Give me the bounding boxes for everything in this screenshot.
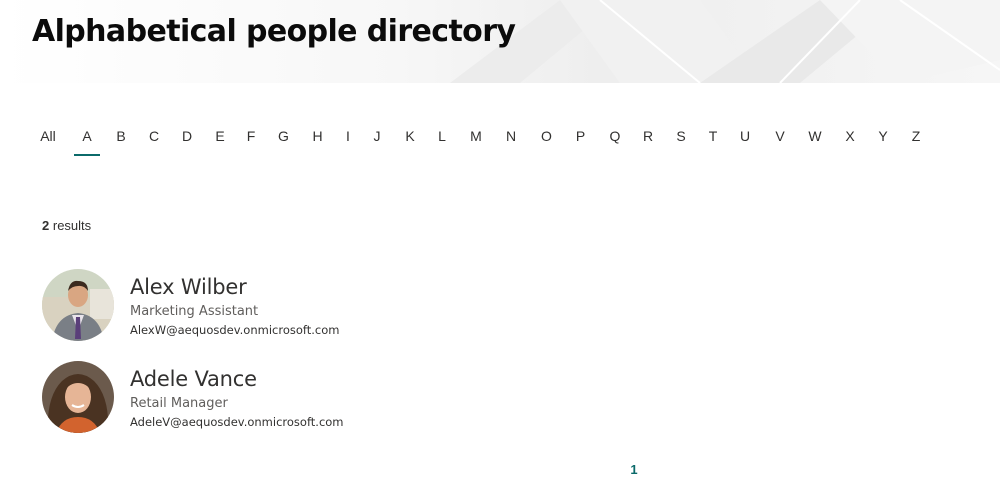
alphabet-filter-r[interactable]: R	[642, 124, 654, 156]
alphabet-filter-c[interactable]: C	[148, 124, 160, 156]
alphabet-filter-y[interactable]: Y	[877, 124, 889, 156]
alphabet-filter-n[interactable]: N	[505, 124, 517, 156]
alphabet-filter-u[interactable]: U	[739, 124, 751, 156]
results-count: 2 results	[42, 218, 91, 233]
person-email[interactable]: AdeleV@aequosdev.onmicrosoft.com	[130, 415, 344, 429]
alphabet-filter-i[interactable]: I	[345, 124, 351, 156]
person-job-title: Marketing Assistant	[130, 304, 259, 319]
alphabet-filter-t[interactable]: T	[707, 124, 719, 156]
alphabet-filter-a[interactable]: A	[74, 124, 100, 156]
alphabet-filter-o[interactable]: O	[540, 124, 553, 156]
alphabet-filter-q[interactable]: Q	[609, 124, 621, 156]
results-label: results	[52, 218, 92, 233]
alphabet-filter: All A B C D E F G H I J K L M N O P Q R S T U V W X Y Z	[0, 124, 960, 158]
person-name[interactable]: Adele Vance	[130, 367, 257, 391]
person-card[interactable]: Adele Vance Retail Manager AdeleV@aequos…	[42, 361, 642, 433]
alphabet-filter-p[interactable]: P	[575, 124, 586, 156]
alphabet-filter-j[interactable]: J	[373, 124, 381, 156]
alphabet-filter-g[interactable]: G	[277, 124, 290, 156]
alphabet-filter-w[interactable]: W	[808, 124, 822, 156]
alphabet-filter-d[interactable]: D	[181, 124, 193, 156]
alphabet-filter-b[interactable]: B	[115, 124, 127, 156]
page-title: Alphabetical people directory	[32, 14, 516, 49]
page-header: Alphabetical people directory	[0, 0, 1000, 83]
alphabet-filter-v[interactable]: V	[774, 124, 786, 156]
alphabet-filter-e[interactable]: E	[214, 124, 226, 156]
alphabet-filter-all[interactable]: All	[40, 124, 56, 156]
person-name[interactable]: Alex Wilber	[130, 275, 247, 299]
alphabet-filter-x[interactable]: X	[844, 124, 856, 156]
person-job-title: Retail Manager	[130, 396, 228, 411]
person-photo-icon	[42, 269, 114, 341]
person-photo-icon	[42, 361, 114, 433]
alphabet-filter-f[interactable]: F	[246, 124, 256, 156]
alphabet-filter-k[interactable]: K	[404, 124, 416, 156]
alphabet-filter-m[interactable]: M	[469, 124, 483, 156]
alphabet-filter-h[interactable]: H	[311, 124, 324, 156]
alphabet-filter-l[interactable]: L	[437, 124, 447, 156]
person-email[interactable]: AlexW@aequosdev.onmicrosoft.com	[130, 323, 339, 337]
avatar[interactable]	[42, 361, 114, 433]
person-card[interactable]: Alex Wilber Marketing Assistant AlexW@ae…	[42, 269, 642, 341]
avatar[interactable]	[42, 269, 114, 341]
results-number: 2	[42, 218, 50, 233]
pagination-page-current[interactable]: 1	[624, 462, 644, 477]
alphabet-filter-z[interactable]: Z	[910, 124, 922, 156]
alphabet-filter-s[interactable]: S	[675, 124, 687, 156]
